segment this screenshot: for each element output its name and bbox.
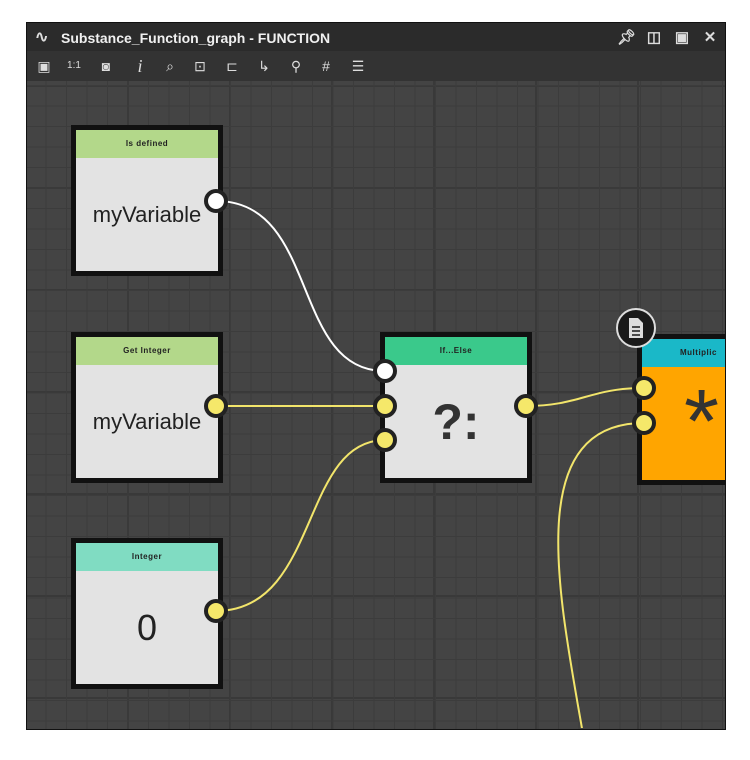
maximize-icon[interactable]: ▣	[673, 28, 691, 46]
input-port[interactable]	[373, 394, 397, 418]
broom-icon[interactable]: ⚲	[285, 56, 307, 76]
node-title: Multiplic	[642, 339, 725, 367]
search-icon[interactable]: ⌕	[159, 56, 181, 76]
node-title: Is defined	[76, 130, 218, 158]
pin-icon[interactable]: 📌︎	[617, 28, 636, 46]
function-graph-icon: ∿	[35, 29, 49, 46]
list-icon[interactable]: ☰	[347, 56, 369, 76]
node-title: Integer	[76, 543, 218, 571]
node-body: 0	[76, 571, 218, 684]
toolbar: ▣ 1:1 ◙ i ⌕ ⊡ ⊏ ↳ ⚲ # ☰	[27, 51, 725, 81]
input-port[interactable]	[373, 428, 397, 452]
frame-all-icon[interactable]: ▣	[33, 56, 55, 76]
node-body: myVariable	[76, 158, 218, 271]
output-port[interactable]	[514, 394, 538, 418]
node-integer[interactable]: Integer 0	[71, 538, 223, 689]
node-body: ?:	[385, 365, 527, 478]
output-port[interactable]	[204, 189, 228, 213]
close-icon[interactable]: ✕	[701, 28, 719, 46]
input-port[interactable]	[632, 411, 656, 435]
input-port[interactable]	[373, 359, 397, 383]
output-port[interactable]	[204, 599, 228, 623]
connection-icon[interactable]: ↳	[253, 56, 275, 76]
split-view-icon[interactable]: ◫	[645, 28, 663, 46]
zoom-1-1-icon[interactable]: 1:1	[63, 56, 85, 76]
node-body: myVariable	[76, 365, 218, 478]
title-bar: ∿ Substance_Function_graph - FUNCTION 📌︎…	[27, 23, 725, 51]
node-title: If...Else	[385, 337, 527, 365]
expose-icon[interactable]: ⊡	[189, 56, 211, 76]
input-port[interactable]	[632, 376, 656, 400]
document-icon[interactable]	[616, 308, 656, 348]
layout-icon[interactable]: ⊏	[221, 56, 243, 76]
window-title: Substance_Function_graph - FUNCTION	[61, 30, 331, 46]
node-get-integer[interactable]: Get Integer myVariable	[71, 332, 223, 483]
node-multiply[interactable]: Multiplic *	[637, 334, 725, 485]
node-if-else[interactable]: If...Else ?:	[380, 332, 532, 483]
camera-icon[interactable]: ◙	[95, 56, 117, 76]
node-is-defined[interactable]: Is defined myVariable	[71, 125, 223, 276]
output-port[interactable]	[204, 394, 228, 418]
grid-icon[interactable]: #	[315, 56, 337, 76]
info-icon[interactable]: i	[129, 56, 151, 76]
node-title: Get Integer	[76, 337, 218, 365]
